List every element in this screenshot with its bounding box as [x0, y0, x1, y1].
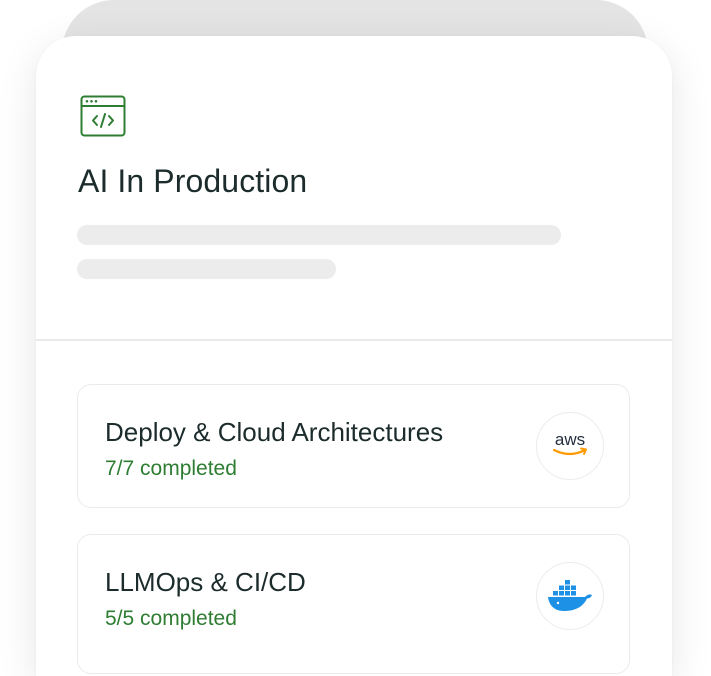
module-title: LLMOps & CI/CD [105, 567, 306, 597]
module-card-deploy-cloud[interactable]: Deploy & Cloud Architectures 7/7 complet… [77, 384, 630, 508]
module-progress: 5/5 completed [105, 607, 237, 630]
module-progress: 7/7 completed [105, 457, 237, 480]
module-card-llmops[interactable]: LLMOps & CI/CD 5/5 completed [77, 534, 630, 674]
description-placeholder-line [77, 259, 336, 279]
module-title: Deploy & Cloud Architectures [105, 417, 444, 447]
course-title: AI In Production [78, 163, 308, 199]
course-card: AI In Production Deploy & Cloud Architec… [36, 36, 672, 676]
description-placeholder-line [77, 225, 561, 245]
aws-logo-text: aws [555, 431, 585, 449]
code-window-icon [80, 95, 126, 137]
section-divider [36, 339, 672, 341]
docker-logo [536, 562, 604, 630]
aws-logo: aws [536, 412, 604, 480]
